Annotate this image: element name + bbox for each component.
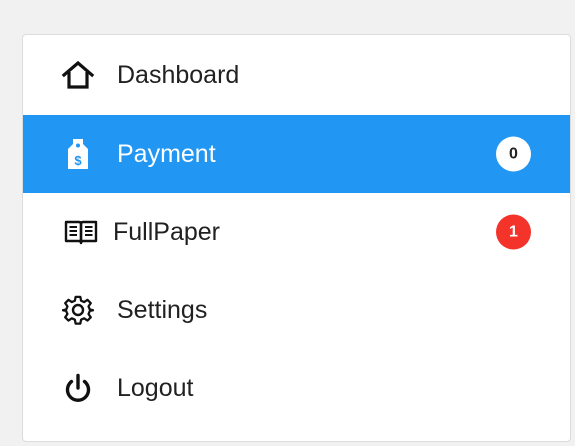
book-icon bbox=[63, 215, 99, 249]
menu-item-label: FullPaper bbox=[113, 217, 220, 246]
price-tag-icon: $ bbox=[61, 137, 95, 171]
menu-item-label: Payment bbox=[117, 139, 216, 168]
svg-text:$: $ bbox=[74, 153, 82, 168]
menu-item-label: Logout bbox=[117, 373, 194, 402]
power-icon bbox=[61, 371, 95, 405]
menu-item-fullpaper[interactable]: FullPaper 1 bbox=[23, 193, 570, 271]
sidebar-menu: Dashboard $ Payment 0 FullPaper 1 Settin… bbox=[22, 34, 571, 442]
gear-icon bbox=[61, 293, 95, 327]
menu-item-payment[interactable]: $ Payment 0 bbox=[23, 115, 570, 193]
notification-badge: 0 bbox=[496, 136, 531, 172]
home-icon bbox=[61, 58, 95, 92]
menu-item-label: Settings bbox=[117, 295, 208, 324]
notification-badge: 1 bbox=[496, 214, 531, 250]
menu-item-label: Dashboard bbox=[117, 60, 240, 89]
menu-item-dashboard[interactable]: Dashboard bbox=[23, 35, 570, 115]
menu-item-settings[interactable]: Settings bbox=[23, 271, 570, 349]
menu-item-logout[interactable]: Logout bbox=[23, 349, 570, 427]
